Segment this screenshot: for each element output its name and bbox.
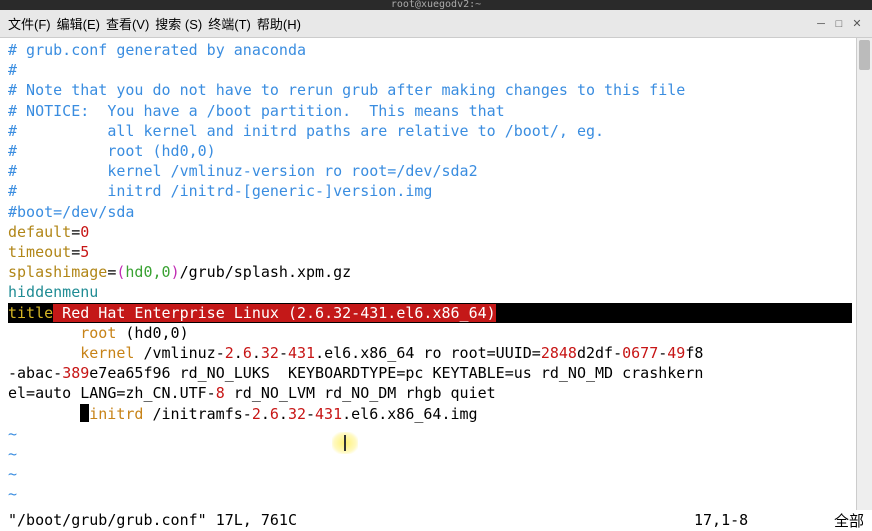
splash-hd: hd0,0 [125,263,170,281]
tilde-line: ~ [8,425,17,443]
comment-line: # grub.conf generated by anaconda [8,41,306,59]
root-keyword: root [80,324,116,342]
status-fileinfo: "/boot/grub/grub.conf" 17L, 761C [8,511,694,529]
paren-close: ) [171,263,180,281]
menu-view[interactable]: 查看(V) [106,14,149,33]
comment-line: # initrd /initrd-[generic-]version.img [8,182,432,200]
status-position: 17,1-8 [694,511,814,529]
menubar: 文件(F) 编辑(E) 查看(V) 搜索 (S) 终端(T) 帮助(H) ─ □… [0,10,872,38]
menu-help[interactable]: 帮助(H) [257,14,301,33]
title-line: title Red Hat Enterprise Linux (2.6.32-4… [8,303,852,323]
timeout-keyword: timeout [8,243,71,261]
status-percent: 全部 [814,510,864,531]
comment-line: # [8,61,17,79]
status-line: "/boot/grub/grub.conf" 17L, 761C 17,1-8 … [0,510,872,530]
default-value: 0 [80,223,89,241]
menu-search[interactable]: 搜索 (S) [155,14,202,33]
comment-line: # root (hd0,0) [8,142,216,160]
editor-area[interactable]: # grub.conf generated by anaconda # # No… [0,38,872,530]
root-value: (hd0,0) [116,324,188,342]
comment-line: # all kernel and initrd paths are relati… [8,122,604,140]
kernel-path: /vmlinuz- [134,344,224,362]
hiddenmenu: hiddenmenu [8,283,98,301]
window-titlebar: root@xuegodv2:~ [0,0,872,10]
comment-line: # NOTICE: You have a /boot partition. Th… [8,102,505,120]
tilde-line: ~ [8,465,17,483]
comment-line: # Note that you do not have to rerun gru… [8,81,685,99]
comment-line: # kernel /vmlinuz-version ro root=/dev/s… [8,162,478,180]
boot-line: #boot=/dev/sda [8,203,134,221]
kernel-keyword: kernel [80,344,134,362]
splash-path: /grub/splash.xpm.gz [180,263,352,281]
minimize-icon[interactable]: ─ [814,17,828,31]
menu-file[interactable]: 文件(F) [8,14,51,33]
maximize-icon[interactable]: □ [832,17,846,31]
close-icon[interactable]: ✕ [850,17,864,31]
tilde-line: ~ [8,445,17,463]
scrollbar[interactable] [856,38,872,530]
text-buffer[interactable]: # grub.conf generated by anaconda # # No… [0,38,856,530]
menu-terminal[interactable]: 终端(T) [208,14,251,33]
timeout-value: 5 [80,243,89,261]
tilde-line: ~ [8,485,17,503]
default-keyword: default [8,223,71,241]
title-name: Red Hat Enterprise Linux (2.6.32-431.el6… [53,304,496,322]
splash-keyword: splashimage [8,263,107,281]
scrollbar-thumb[interactable] [859,40,870,70]
title-keyword: title [8,304,53,322]
menu-edit[interactable]: 编辑(E) [57,14,100,33]
initrd-keyword: initrd [89,405,143,423]
cursor-block [80,404,89,422]
window-title: root@xuegodv2:~ [391,0,481,10]
